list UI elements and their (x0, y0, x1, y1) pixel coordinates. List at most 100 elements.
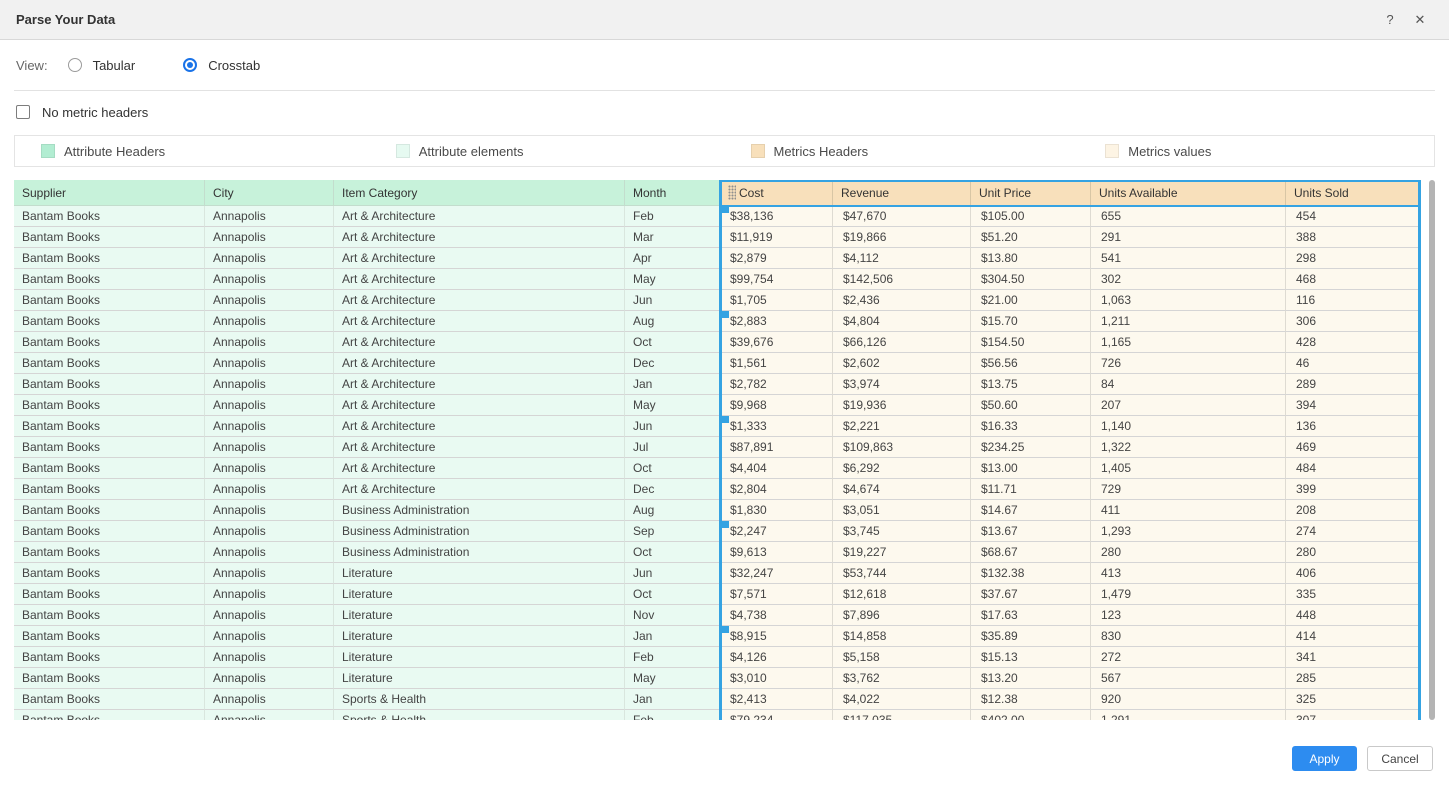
cell-cost: $9,613 (720, 542, 833, 563)
close-icon[interactable]: ✕ (1413, 12, 1427, 28)
cell-supplier: Bantam Books (14, 605, 205, 626)
cell-cost: $79,234 (720, 710, 833, 720)
cell-supplier: Bantam Books (14, 437, 205, 458)
column-header-month[interactable]: Month (625, 180, 720, 206)
help-icon[interactable]: ? (1383, 12, 1397, 27)
cost-header-label: Cost (739, 186, 764, 200)
cell-month: May (625, 668, 720, 689)
view-option-crosstab[interactable]: Crosstab (183, 58, 260, 73)
cell-revenue: $53,744 (833, 563, 971, 584)
cell-units-sold: 468 (1286, 269, 1421, 290)
cell-supplier: Bantam Books (14, 395, 205, 416)
cell-item-category: Business Administration (334, 521, 625, 542)
cell-unit-price: $15.70 (971, 311, 1091, 332)
cell-units-available: 411 (1091, 500, 1286, 521)
no-metric-headers-label: No metric headers (42, 105, 148, 120)
attribute-headers-label: Attribute Headers (64, 144, 165, 159)
table-row: Bantam Books Annapolis Sports & Health J… (14, 689, 1421, 710)
cell-unit-price: $15.13 (971, 647, 1091, 668)
row-selection-marker (722, 206, 729, 213)
cell-units-sold: 298 (1286, 248, 1421, 269)
cell-revenue: $66,126 (833, 332, 971, 353)
row-selection-marker (722, 311, 729, 318)
column-header-supplier[interactable]: Supplier (14, 180, 205, 206)
cell-revenue: $7,896 (833, 605, 971, 626)
cell-city: Annapolis (205, 521, 334, 542)
cell-units-sold: 399 (1286, 479, 1421, 500)
cell-supplier: Bantam Books (14, 353, 205, 374)
apply-button[interactable]: Apply (1292, 746, 1357, 771)
cell-units-available: 123 (1091, 605, 1286, 626)
table-row: Bantam Books Annapolis Art & Architectur… (14, 227, 1421, 248)
cell-units-sold: 341 (1286, 647, 1421, 668)
cell-month: Oct (625, 332, 720, 353)
table-body: Bantam Books Annapolis Art & Architectur… (14, 206, 1421, 720)
radio-tabular-label: Tabular (93, 58, 136, 73)
cell-cost: $1,333 (720, 416, 833, 437)
cell-unit-price: $154.50 (971, 332, 1091, 353)
cell-city: Annapolis (205, 269, 334, 290)
cell-units-available: 1,063 (1091, 290, 1286, 311)
cell-units-available: 1,165 (1091, 332, 1286, 353)
cell-item-category: Art & Architecture (334, 332, 625, 353)
cell-cost: $1,705 (720, 290, 833, 311)
drag-handle-icon[interactable] (728, 185, 736, 200)
table-row: Bantam Books Annapolis Art & Architectur… (14, 290, 1421, 311)
dialog-title: Parse Your Data (16, 12, 115, 27)
cell-cost: $99,754 (720, 269, 833, 290)
cell-city: Annapolis (205, 290, 334, 311)
column-header-units-available[interactable]: Units Available (1091, 180, 1286, 206)
cell-item-category: Art & Architecture (334, 248, 625, 269)
column-header-unit-price[interactable]: Unit Price (971, 180, 1091, 206)
cell-unit-price: $50.60 (971, 395, 1091, 416)
vertical-scrollbar[interactable] (1429, 180, 1435, 720)
cell-cost: $4,738 (720, 605, 833, 626)
cell-item-category: Sports & Health (334, 689, 625, 710)
cell-units-sold: 325 (1286, 689, 1421, 710)
cell-units-available: 1,211 (1091, 311, 1286, 332)
column-header-units-sold[interactable]: Units Sold (1286, 180, 1421, 206)
cell-supplier: Bantam Books (14, 563, 205, 584)
radio-crosstab-icon[interactable] (183, 58, 197, 72)
cancel-button[interactable]: Cancel (1367, 746, 1433, 771)
cell-units-sold: 136 (1286, 416, 1421, 437)
cell-cost: $3,010 (720, 668, 833, 689)
cell-revenue: $3,745 (833, 521, 971, 542)
column-header-revenue[interactable]: Revenue (833, 180, 971, 206)
table-row: Bantam Books Annapolis Art & Architectur… (14, 311, 1421, 332)
radio-tabular-icon[interactable] (68, 58, 82, 72)
cell-item-category: Art & Architecture (334, 437, 625, 458)
cell-unit-price: $13.75 (971, 374, 1091, 395)
cell-month: Feb (625, 647, 720, 668)
cell-item-category: Art & Architecture (334, 458, 625, 479)
cell-month: Aug (625, 311, 720, 332)
cell-cost: $2,883 (720, 311, 833, 332)
cell-supplier: Bantam Books (14, 647, 205, 668)
cell-item-category: Art & Architecture (334, 206, 625, 227)
cell-city: Annapolis (205, 458, 334, 479)
cell-revenue: $2,436 (833, 290, 971, 311)
cell-revenue: $5,158 (833, 647, 971, 668)
column-header-city[interactable]: City (205, 180, 334, 206)
cell-units-sold: 307 (1286, 710, 1421, 720)
cell-city: Annapolis (205, 227, 334, 248)
cell-city: Annapolis (205, 689, 334, 710)
table-header-row: Supplier City Item Category Month Cost R… (14, 180, 1421, 206)
cell-unit-price: $14.67 (971, 500, 1091, 521)
cell-revenue: $3,974 (833, 374, 971, 395)
cell-city: Annapolis (205, 563, 334, 584)
cell-unit-price: $37.67 (971, 584, 1091, 605)
cell-item-category: Literature (334, 647, 625, 668)
cell-units-sold: 406 (1286, 563, 1421, 584)
cell-cost: $2,879 (720, 248, 833, 269)
table-row: Bantam Books Annapolis Art & Architectur… (14, 416, 1421, 437)
no-metric-headers-checkbox[interactable] (16, 105, 30, 119)
cell-units-sold: 46 (1286, 353, 1421, 374)
column-header-cost[interactable]: Cost (720, 180, 833, 206)
cell-month: Dec (625, 353, 720, 374)
table-grid: Supplier City Item Category Month Cost R… (14, 180, 1421, 720)
cell-item-category: Art & Architecture (334, 227, 625, 248)
column-header-item-category[interactable]: Item Category (334, 180, 625, 206)
cell-month: Aug (625, 500, 720, 521)
view-option-tabular[interactable]: Tabular (68, 58, 136, 73)
